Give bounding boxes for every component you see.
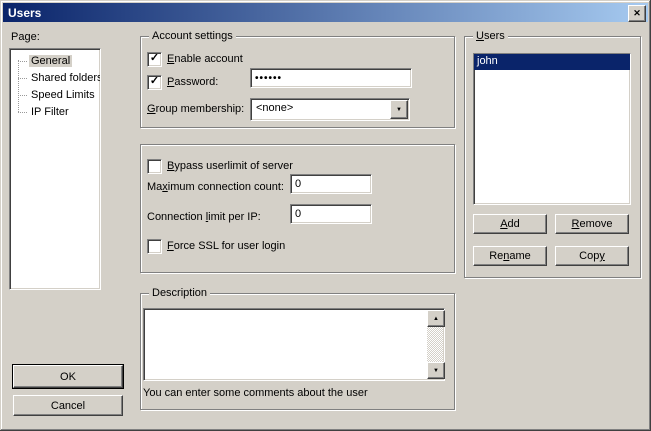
dropdown-button[interactable]: ▼ xyxy=(390,100,408,119)
tree-item-general[interactable]: General xyxy=(10,53,100,70)
password-checkbox[interactable]: ✓ xyxy=(147,75,162,90)
force-ssl-checkbox[interactable] xyxy=(147,239,162,254)
max-connection-input[interactable] xyxy=(290,174,372,194)
copy-button[interactable]: Copy xyxy=(555,246,629,266)
cancel-button[interactable]: Cancel xyxy=(13,395,123,416)
description-textarea-frame: ▲ ▼ xyxy=(143,308,445,381)
force-ssl-label: Force SSL for user login xyxy=(167,240,285,253)
arrow-up-icon: ▲ xyxy=(433,316,439,322)
tree-connector xyxy=(18,78,27,79)
group-membership-label: Group membership: xyxy=(147,103,244,116)
close-icon: ✕ xyxy=(633,8,641,19)
scroll-down-button[interactable]: ▼ xyxy=(427,362,445,379)
tree-item-shared-folders[interactable]: Shared folders xyxy=(10,70,100,87)
users-dialog: Users ✕ Page: General Shared folders Spe… xyxy=(0,0,651,431)
window-title: Users xyxy=(8,6,41,20)
tree-connector xyxy=(18,95,27,96)
description-hint: You can enter some comments about the us… xyxy=(143,387,368,400)
max-connection-label: Maximum connection count: xyxy=(147,181,284,194)
account-settings-title: Account settings xyxy=(149,29,236,43)
description-scrollbar[interactable]: ▲ ▼ xyxy=(427,310,443,379)
users-group-title: Users xyxy=(473,29,508,43)
tree-connector xyxy=(18,61,27,62)
bypass-userlimit-label: Bypass userlimit of server xyxy=(167,160,293,173)
page-label: Page: xyxy=(11,31,40,44)
remove-button[interactable]: Remove xyxy=(555,214,629,234)
enable-account-checkbox[interactable]: ✓ xyxy=(147,52,162,67)
password-label: Password: xyxy=(167,76,218,89)
users-listbox[interactable]: john xyxy=(473,53,631,205)
connection-limit-input[interactable] xyxy=(290,204,372,224)
check-icon: ✓ xyxy=(150,54,159,63)
bypass-userlimit-checkbox[interactable] xyxy=(147,159,162,174)
password-input[interactable] xyxy=(250,68,412,88)
ok-button[interactable]: OK xyxy=(13,365,123,388)
chevron-down-icon: ▼ xyxy=(396,107,402,113)
scroll-up-button[interactable]: ▲ xyxy=(427,310,445,327)
group-membership-select[interactable]: <none> ▼ xyxy=(250,98,410,121)
description-textarea[interactable] xyxy=(145,310,427,379)
close-button[interactable]: ✕ xyxy=(628,5,646,22)
user-list-item-john[interactable]: john xyxy=(474,54,630,70)
title-bar[interactable]: Users ✕ xyxy=(3,3,648,22)
rename-button[interactable]: Rename xyxy=(473,246,547,266)
page-tree[interactable]: General Shared folders Speed Limits IP F… xyxy=(9,48,101,290)
tree-item-ip-filter[interactable]: IP Filter xyxy=(10,104,100,121)
tree-item-speed-limits[interactable]: Speed Limits xyxy=(10,87,100,104)
page-tree-inner: General Shared folders Speed Limits IP F… xyxy=(10,49,100,290)
check-icon: ✓ xyxy=(150,77,159,86)
add-button[interactable]: Add xyxy=(473,214,547,234)
description-title: Description xyxy=(149,286,210,300)
connection-limit-label: Connection limit per IP: xyxy=(147,211,261,224)
tree-connector xyxy=(18,112,27,113)
group-membership-value: <none> xyxy=(256,102,293,114)
arrow-down-icon: ▼ xyxy=(433,368,439,374)
enable-account-label: Enable account xyxy=(167,53,243,66)
